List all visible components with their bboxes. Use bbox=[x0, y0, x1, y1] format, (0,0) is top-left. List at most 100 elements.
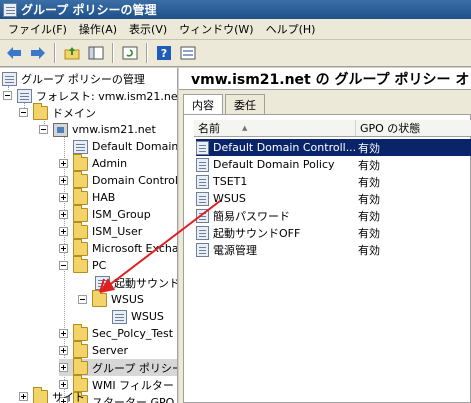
tree-item[interactable]: ISM_User bbox=[59, 221, 142, 240]
refresh-icon[interactable] bbox=[119, 42, 141, 64]
gpo-row[interactable]: 電源管理 有効 bbox=[196, 241, 471, 258]
collapse-icon[interactable] bbox=[59, 261, 68, 270]
gpo-row[interactable]: TSET1 有効 bbox=[196, 173, 471, 190]
tree-item-wsus-ou[interactable]: WSUS bbox=[78, 289, 144, 308]
column-header-name[interactable]: 名前 ▲ bbox=[194, 120, 356, 136]
tree-item-label: グループ ポリシー bbox=[92, 361, 178, 375]
gpo-row[interactable]: WSUS 有効 bbox=[196, 190, 471, 207]
tree-item-label: ISM_Group bbox=[92, 208, 151, 221]
menu-help[interactable]: ヘルプ(H) bbox=[260, 19, 322, 39]
collapse-icon[interactable] bbox=[19, 108, 28, 117]
gpo-name: WSUS bbox=[213, 192, 246, 205]
ou-folder-icon bbox=[73, 204, 88, 222]
gpo-row[interactable]: Default Domain Controll... 有効 bbox=[196, 139, 471, 156]
menu-view[interactable]: 表示(V) bbox=[123, 19, 173, 39]
menu-window[interactable]: ウィンドウ(W) bbox=[173, 19, 259, 39]
tree-sites[interactable]: サイト bbox=[19, 386, 85, 403]
collapse-icon[interactable] bbox=[3, 91, 12, 100]
folder-icon bbox=[33, 102, 48, 120]
gpo-name: Default Domain Policy bbox=[213, 158, 335, 171]
tree-sites-label: サイト bbox=[52, 390, 85, 403]
expand-icon[interactable] bbox=[59, 363, 68, 372]
expand-icon[interactable] bbox=[19, 392, 28, 401]
tree-domain[interactable]: vmw.ism21.net bbox=[39, 121, 156, 138]
expand-icon[interactable] bbox=[59, 346, 68, 355]
tree-root[interactable]: グループ ポリシーの管理 bbox=[2, 70, 145, 87]
expand-icon[interactable] bbox=[59, 193, 68, 202]
show-hide-tree-icon[interactable] bbox=[85, 42, 107, 64]
collapse-icon[interactable] bbox=[78, 295, 87, 304]
gpo-name: 簡易パスワード bbox=[213, 209, 290, 223]
gpo-icon bbox=[196, 242, 209, 257]
menu-file[interactable]: ファイル(F) bbox=[2, 19, 73, 39]
details-header: vmw.ism21.net の グループ ポリシー オブ bbox=[179, 68, 471, 90]
gpo-icon bbox=[196, 225, 209, 240]
gpo-status: 有効 bbox=[358, 158, 380, 172]
gpo-row[interactable]: 簡易パスワード 有効 bbox=[196, 207, 471, 224]
up-folder-icon[interactable] bbox=[61, 42, 83, 64]
expand-icon[interactable] bbox=[59, 227, 68, 236]
tree-item[interactable]: WSUS bbox=[112, 308, 164, 325]
tree-item[interactable]: Default Domain bbox=[59, 138, 177, 155]
domain-icon bbox=[53, 122, 68, 137]
tree-pane[interactable]: グループ ポリシーの管理 フォレスト: vmw.ism21.net ドメイン v… bbox=[0, 68, 178, 403]
expand-icon[interactable] bbox=[59, 159, 68, 168]
tab-contents[interactable]: 内容 bbox=[183, 94, 223, 115]
folder-icon bbox=[33, 386, 48, 403]
tree-forest[interactable]: フォレスト: vmw.ism21.net bbox=[3, 87, 177, 104]
tree-item-pc[interactable]: PC bbox=[59, 255, 106, 274]
column-header-status[interactable]: GPO の状態 bbox=[356, 120, 471, 136]
gpo-icon bbox=[196, 174, 209, 189]
tree-item-label: Server bbox=[92, 344, 129, 357]
tree-domains[interactable]: ドメイン bbox=[19, 102, 96, 121]
expand-icon[interactable] bbox=[59, 176, 68, 185]
expand-icon[interactable] bbox=[59, 329, 68, 338]
list-header: 名前 ▲ GPO の状態 bbox=[194, 120, 471, 137]
tree-item[interactable]: Domain Controlle bbox=[59, 170, 177, 189]
column-label: 名前 bbox=[198, 122, 220, 135]
gpo-icon bbox=[196, 157, 209, 172]
gpo-status: 有効 bbox=[358, 226, 380, 240]
tree-item-label: WSUS bbox=[111, 293, 144, 306]
title-bar: グループ ポリシーの管理 bbox=[0, 0, 471, 19]
expand-icon[interactable] bbox=[59, 210, 68, 219]
toolbar-separator bbox=[54, 43, 56, 63]
tree-item[interactable]: Microsoft Excha bbox=[59, 238, 178, 257]
tree-item[interactable]: Server bbox=[59, 340, 129, 359]
gpo-status: 有効 bbox=[358, 243, 380, 257]
gpo-name: 起動サウンドOFF bbox=[213, 226, 301, 240]
ou-folder-icon bbox=[73, 323, 88, 341]
tree-item[interactable]: Sec_Polcy_Test bbox=[59, 323, 173, 342]
tree-item-label: WMI フィルター bbox=[92, 378, 174, 392]
tab-delegation[interactable]: 委任 bbox=[225, 94, 265, 115]
expand-icon[interactable] bbox=[59, 244, 68, 253]
gpo-row[interactable]: 起動サウンドOFF 有効 bbox=[196, 224, 471, 241]
ou-folder-icon bbox=[73, 187, 88, 205]
tree-item-label: Microsoft Excha bbox=[92, 242, 178, 255]
tree-item-label: 起動サウンドO bbox=[114, 276, 177, 290]
gpo-list-panel: 名前 ▲ GPO の状態 Default Domain Controll... … bbox=[183, 114, 471, 403]
menu-action[interactable]: 操作(A) bbox=[73, 19, 123, 39]
collapse-icon[interactable] bbox=[39, 125, 48, 134]
toolbar: ? bbox=[0, 40, 471, 67]
tab-strip: 内容 委任 bbox=[183, 94, 267, 115]
properties-icon[interactable] bbox=[177, 42, 199, 64]
tree-item[interactable]: HAB bbox=[59, 187, 115, 206]
sort-ascending-icon: ▲ bbox=[242, 124, 248, 132]
ou-folder-icon bbox=[73, 255, 88, 273]
forward-arrow-icon[interactable] bbox=[27, 42, 49, 64]
gpo-status: 有効 bbox=[358, 209, 380, 223]
gpo-row[interactable]: Default Domain Policy 有効 bbox=[196, 156, 471, 173]
ou-folder-icon bbox=[92, 289, 107, 307]
help-icon[interactable]: ? bbox=[153, 42, 175, 64]
tree-item[interactable]: Admin bbox=[59, 153, 127, 172]
ou-folder-icon bbox=[73, 170, 88, 188]
tree-item[interactable]: 起動サウンドO bbox=[95, 274, 177, 291]
back-arrow-icon[interactable] bbox=[3, 42, 25, 64]
details-pane: vmw.ism21.net の グループ ポリシー オブ 内容 委任 名前 ▲ … bbox=[179, 68, 471, 403]
tree-item-gpo-objects[interactable]: グループ ポリシー bbox=[59, 357, 178, 376]
tree-item[interactable]: ISM_Group bbox=[59, 204, 151, 223]
gpo-icon bbox=[196, 191, 209, 206]
ou-folder-icon bbox=[73, 221, 88, 239]
tree-domains-label: ドメイン bbox=[52, 106, 96, 120]
